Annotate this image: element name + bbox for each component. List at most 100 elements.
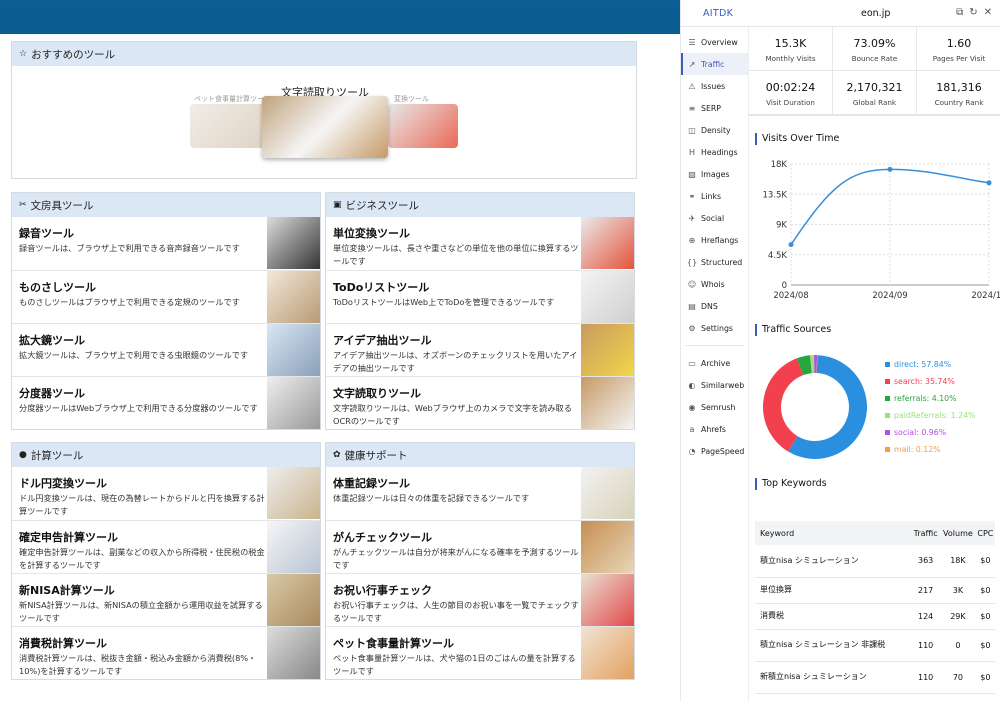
nav-item-dns[interactable]: ▤ DNS xyxy=(681,295,748,317)
tool-name[interactable]: ToDoリストツール xyxy=(333,279,429,295)
tool-thumbnail[interactable] xyxy=(267,627,320,679)
tool-item[interactable]: 分度器ツール 分度器ツールはWebブラウザ上で利用できる分度器のツールです xyxy=(12,376,320,429)
kw-header[interactable]: CPC xyxy=(975,521,995,545)
tool-item[interactable]: ものさしツール ものさしツールはブラウザ上で利用できる定規のツールです xyxy=(12,270,320,323)
tool-name[interactable]: ものさしツール xyxy=(19,279,96,295)
nav-item-traffic[interactable]: ↗ Traffic xyxy=(681,53,748,75)
tool-item[interactable]: 文字読取りツール 文字読取りツールは、Webブラウザ上のカメラで文字を読み取るOC… xyxy=(326,376,634,429)
tool-item[interactable]: ToDoリストツール ToDoリストツールはWeb上でToDoを管理できるツールで… xyxy=(326,270,634,323)
refresh-icon[interactable]: ↻ xyxy=(969,7,977,18)
tool-thumbnail[interactable] xyxy=(581,627,634,679)
legend-item[interactable]: social: 0.96% xyxy=(885,428,946,437)
nav-item-headings[interactable]: H Headings xyxy=(681,141,748,163)
tool-name[interactable]: ドル円変換ツール xyxy=(19,475,107,491)
tool-item[interactable]: 確定申告計算ツール 確定申告計算ツールは、副業などの収入から所得税・住民税の税金を… xyxy=(12,520,320,573)
tool-thumbnail[interactable] xyxy=(267,217,320,269)
tool-name[interactable]: 単位変換ツール xyxy=(333,225,410,241)
tool-name[interactable]: ペット食事量計算ツール xyxy=(333,635,454,651)
tool-thumbnail[interactable] xyxy=(581,467,634,519)
nav-item-settings[interactable]: ⚙ Settings xyxy=(681,317,748,339)
tool-thumbnail[interactable] xyxy=(581,521,634,573)
tool-name[interactable]: 分度器ツール xyxy=(19,385,85,401)
tool-thumbnail[interactable] xyxy=(267,271,320,323)
legend-swatch xyxy=(885,379,890,384)
tool-item[interactable]: ドル円変換ツール ドル円変換ツールは、現在の為替レートからドルと円を換算する計算ツ… xyxy=(12,467,320,520)
nav-item-ahrefs[interactable]: a Ahrefs xyxy=(681,418,748,440)
tool-item[interactable]: 体重記録ツール 体重記録ツールは日々の体重を記録できるツールです xyxy=(326,467,634,520)
kw-header[interactable]: Keyword xyxy=(755,521,912,545)
tool-name[interactable]: 録音ツール xyxy=(19,225,74,241)
carousel-main-image[interactable] xyxy=(262,96,388,158)
tool-thumbnail[interactable] xyxy=(581,377,634,429)
tool-thumbnail[interactable] xyxy=(267,574,320,626)
legend-item[interactable]: mail: 0.12% xyxy=(885,445,941,454)
tool-thumbnail[interactable] xyxy=(581,574,634,626)
braces-icon: {} xyxy=(687,257,698,267)
nav-item-whois[interactable]: ☺ Whois xyxy=(681,273,748,295)
tool-name[interactable]: アイデア抽出ツール xyxy=(333,332,431,348)
brand-logo[interactable]: AITDK xyxy=(703,8,733,19)
tool-thumbnail[interactable] xyxy=(267,521,320,573)
tool-name[interactable]: がんチェックツール xyxy=(333,529,432,545)
nav-item-issues[interactable]: ⚠ Issues xyxy=(681,75,748,97)
nav-item-semrush[interactable]: ◉ Semrush xyxy=(681,396,748,418)
tool-name[interactable]: 消費税計算ツール xyxy=(19,635,107,651)
kw-header[interactable]: Volume xyxy=(940,521,976,545)
kw-header[interactable]: Traffic xyxy=(911,521,941,545)
tool-name[interactable]: 確定申告計算ツール xyxy=(19,529,118,545)
tool-item[interactable]: ペット食事量計算ツール ペット食事量計算ツールは、犬や猫の1日のごはんの量を計算す… xyxy=(326,626,634,679)
legend-swatch xyxy=(885,413,890,418)
nav-item-serp[interactable]: ≡ SERP xyxy=(681,97,748,119)
legend-label: direct: 57.84% xyxy=(894,360,952,369)
legend-item[interactable]: referrals: 4.10% xyxy=(885,394,957,403)
legend-swatch xyxy=(885,430,890,435)
tool-item[interactable]: がんチェックツール がんチェックツールは自分が将来がんになる確率を予測するツールで… xyxy=(326,520,634,573)
nav-item-similarweb[interactable]: ◐ Similarweb xyxy=(681,374,748,396)
nav-item-links[interactable]: ⚭ Links xyxy=(681,185,748,207)
tool-item[interactable]: お祝い行事チェック お祝い行事チェックは、人生の節目のお祝い事を一覧でチェックする… xyxy=(326,573,634,626)
data-point[interactable] xyxy=(788,242,794,248)
nav-item-images[interactable]: ▨ Images xyxy=(681,163,748,185)
stationery-title: 文房具ツール xyxy=(30,199,94,212)
legend-item[interactable]: search: 35.74% xyxy=(885,377,955,386)
nav-item-social[interactable]: ✈ Social xyxy=(681,207,748,229)
nav-item-hreflangs[interactable]: ⊕ Hreflangs xyxy=(681,229,748,251)
legend-item[interactable]: direct: 57.84% xyxy=(885,360,951,369)
stat-cell: 00:02:24 Visit Duration xyxy=(749,71,833,115)
legend-item[interactable]: paidReferrals: 1.24% xyxy=(885,411,975,420)
tool-item[interactable]: 消費税計算ツール 消費税計算ツールは、税抜き金額・税込み金額から消費税(8%・10… xyxy=(12,626,320,679)
carousel-prev-image[interactable] xyxy=(190,104,270,148)
business-title: ビジネスツール xyxy=(345,199,420,212)
tool-name[interactable]: 新NISA計算ツール xyxy=(19,582,115,598)
warning-icon: ⚠ xyxy=(688,81,696,91)
nav-item-density[interactable]: ◫ Density xyxy=(681,119,748,141)
tool-thumbnail[interactable] xyxy=(581,217,634,269)
tool-thumbnail[interactable] xyxy=(581,271,634,323)
tool-thumbnail[interactable] xyxy=(267,377,320,429)
tool-item[interactable]: 単位変換ツール 単位変換ツールは、長さや重さなどの単位を他の単位に換算するツールで… xyxy=(326,217,634,270)
tool-thumbnail[interactable] xyxy=(267,324,320,376)
tool-name[interactable]: 文字読取りツール xyxy=(333,385,421,401)
tool-name[interactable]: 体重記録ツール xyxy=(333,475,410,491)
tool-item[interactable]: 新NISA計算ツール 新NISA計算ツールは、新NISAの積立金額から運用収益を試… xyxy=(12,573,320,626)
tool-thumbnail[interactable] xyxy=(267,467,320,519)
close-icon[interactable]: ✕ xyxy=(984,7,992,18)
tool-item[interactable]: 拡大鏡ツール 拡大鏡ツールは、ブラウザ上で利用できる虫眼鏡のツールです xyxy=(12,323,320,376)
nav-item-pagespeed[interactable]: ◔ PageSpeed xyxy=(681,440,748,462)
data-point[interactable] xyxy=(887,166,893,172)
nav-item-structured[interactable]: {} Structured xyxy=(681,251,748,273)
nav-item-archive[interactable]: ▭ Archive xyxy=(681,352,748,374)
tool-item[interactable]: 録音ツール 録音ツールは、ブラウザ上で利用できる音声録音ツールです xyxy=(12,217,320,270)
stat-cell: 15.3K Monthly Visits xyxy=(749,27,833,71)
tool-name[interactable]: お祝い行事チェック xyxy=(333,582,432,598)
tool-thumbnail[interactable] xyxy=(581,324,634,376)
data-point[interactable] xyxy=(986,180,992,186)
tool-description: アイデア抽出ツールは、オズボーンのチェックリストを用いたアイデアの抽出ツールです xyxy=(333,350,578,373)
carousel-next-image[interactable] xyxy=(388,104,458,148)
calc-panel: ● 計算ツール ドル円変換ツール ドル円変換ツールは、現在の為替レートからドルと円を… xyxy=(11,442,321,680)
tool-name[interactable]: 拡大鏡ツール xyxy=(19,332,85,348)
crop-icon[interactable]: ⧉ xyxy=(956,7,963,18)
nav-item-overview[interactable]: ☰ Overview xyxy=(681,31,748,53)
tool-item[interactable]: アイデア抽出ツールアイデア抽出ツールは、オズボーンのチェックリストを用いたアイデ… xyxy=(326,323,634,376)
stat-cell: 2,170,321 Global Rank xyxy=(833,71,917,115)
